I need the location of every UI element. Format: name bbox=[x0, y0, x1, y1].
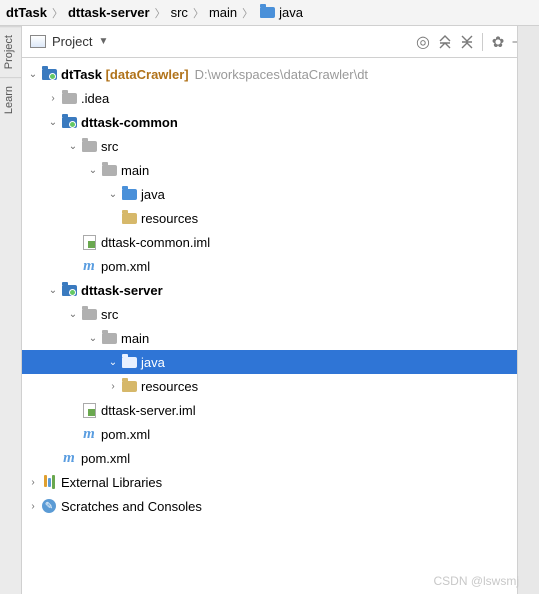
tree-node-server-main[interactable]: ⌄ main bbox=[22, 326, 539, 350]
crumb-main[interactable]: main bbox=[209, 5, 237, 20]
tool-window-tabs: Project Learn bbox=[0, 26, 22, 594]
maven-file-icon: m bbox=[60, 449, 78, 467]
chevron-right-icon: 〉 bbox=[242, 5, 253, 21]
module-folder-icon bbox=[40, 65, 58, 83]
module-folder-icon bbox=[60, 113, 78, 131]
tree-node-server-src[interactable]: ⌄ src bbox=[22, 302, 539, 326]
project-panel-header: Project ▼ ◎ ✿ — bbox=[22, 26, 539, 58]
chevron-right-icon[interactable]: › bbox=[26, 477, 40, 488]
chevron-down-icon[interactable]: ⌄ bbox=[66, 309, 80, 320]
folder-icon bbox=[60, 89, 78, 107]
chevron-right-icon: 〉 bbox=[52, 5, 63, 21]
crumb-src[interactable]: src bbox=[171, 5, 188, 20]
resources-folder-icon bbox=[120, 209, 138, 227]
folder-icon bbox=[100, 161, 118, 179]
chevron-down-icon[interactable]: ⌄ bbox=[106, 357, 120, 368]
scrollbar[interactable] bbox=[517, 26, 539, 594]
source-folder-icon bbox=[120, 353, 138, 371]
chevron-right-icon[interactable]: › bbox=[106, 381, 120, 392]
source-folder-icon bbox=[120, 185, 138, 203]
project-view-icon bbox=[30, 35, 46, 48]
gear-icon[interactable]: ✿ bbox=[487, 31, 509, 53]
divider bbox=[482, 33, 483, 51]
tree-node-external-libraries[interactable]: › External Libraries bbox=[22, 470, 539, 494]
collapse-all-icon[interactable] bbox=[456, 31, 478, 53]
iml-file-icon bbox=[80, 401, 98, 419]
chevron-down-icon[interactable]: ⌄ bbox=[66, 141, 80, 152]
tree-node-server-iml[interactable]: › dttask-server.iml bbox=[22, 398, 539, 422]
chevron-down-icon[interactable]: ⌄ bbox=[86, 165, 100, 176]
tree-node-common-main[interactable]: ⌄ main bbox=[22, 158, 539, 182]
folder-icon bbox=[80, 137, 98, 155]
module-folder-icon bbox=[60, 281, 78, 299]
tree-node-scratches[interactable]: › ✎ Scratches and Consoles bbox=[22, 494, 539, 518]
side-tab-learn[interactable]: Learn bbox=[0, 77, 21, 122]
libraries-icon bbox=[40, 473, 58, 491]
panel-title[interactable]: Project bbox=[52, 34, 92, 49]
breadcrumb: dtTask 〉 dttask-server 〉 src 〉 main 〉 ja… bbox=[0, 0, 539, 26]
tree-node-idea[interactable]: › .idea bbox=[22, 86, 539, 110]
expand-all-icon[interactable] bbox=[434, 31, 456, 53]
resources-folder-icon bbox=[120, 377, 138, 395]
tree-node-server-java[interactable]: ⌄ java bbox=[22, 350, 539, 374]
chevron-down-icon[interactable]: ⌄ bbox=[26, 69, 40, 80]
crumb-dtTask[interactable]: dtTask bbox=[6, 5, 47, 20]
chevron-right-icon[interactable]: › bbox=[26, 501, 40, 512]
locate-target-icon[interactable]: ◎ bbox=[412, 31, 434, 53]
tree-node-common-src[interactable]: ⌄ src bbox=[22, 134, 539, 158]
tree-node-server-resources[interactable]: › resources bbox=[22, 374, 539, 398]
watermark: CSDN @lswsmj bbox=[433, 574, 519, 588]
crumb-dttask-server[interactable]: dttask-server bbox=[68, 5, 150, 20]
chevron-down-icon[interactable]: ⌄ bbox=[46, 117, 60, 128]
project-tree[interactable]: ⌄ dtTask [dataCrawler] D:\workspaces\dat… bbox=[22, 58, 539, 594]
tree-node-root[interactable]: ⌄ dtTask [dataCrawler] D:\workspaces\dat… bbox=[22, 62, 539, 86]
tree-node-common-iml[interactable]: › dttask-common.iml bbox=[22, 230, 539, 254]
chevron-down-icon[interactable]: ⌄ bbox=[86, 333, 100, 344]
folder-icon bbox=[100, 329, 118, 347]
tree-node-root-pom[interactable]: › m pom.xml bbox=[22, 446, 539, 470]
chevron-down-icon[interactable]: ⌄ bbox=[106, 189, 120, 200]
iml-file-icon bbox=[80, 233, 98, 251]
scratches-icon: ✎ bbox=[40, 497, 58, 515]
crumb-java[interactable]: java bbox=[258, 4, 303, 22]
maven-file-icon: m bbox=[80, 257, 98, 275]
chevron-right-icon[interactable]: › bbox=[46, 93, 60, 104]
tree-node-dttask-common[interactable]: ⌄ dttask-common bbox=[22, 110, 539, 134]
folder-icon bbox=[80, 305, 98, 323]
chevron-down-icon[interactable]: ▼ bbox=[98, 36, 108, 47]
maven-file-icon: m bbox=[80, 425, 98, 443]
tree-node-common-java[interactable]: ⌄ java bbox=[22, 182, 539, 206]
folder-icon bbox=[258, 4, 276, 22]
chevron-down-icon[interactable]: ⌄ bbox=[46, 285, 60, 296]
tree-node-common-pom[interactable]: › m pom.xml bbox=[22, 254, 539, 278]
side-tab-project[interactable]: Project bbox=[0, 26, 21, 77]
tree-node-common-resources[interactable]: › resources bbox=[22, 206, 539, 230]
tree-node-dttask-server[interactable]: ⌄ dttask-server bbox=[22, 278, 539, 302]
chevron-right-icon: 〉 bbox=[155, 5, 166, 21]
tree-node-server-pom[interactable]: › m pom.xml bbox=[22, 422, 539, 446]
chevron-right-icon: 〉 bbox=[193, 5, 204, 21]
